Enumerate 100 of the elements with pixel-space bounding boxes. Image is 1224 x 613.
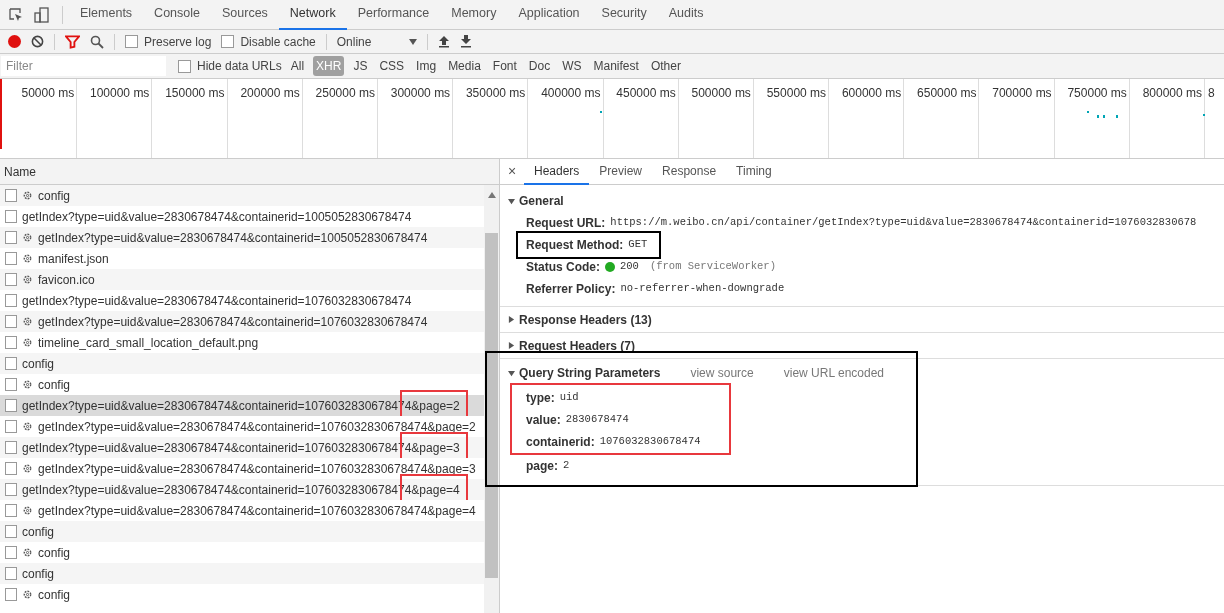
filter-field[interactable]: Filter [1, 56, 166, 76]
request-row[interactable]: config [0, 353, 484, 374]
timeline-tick: 700000 ms [992, 85, 1052, 102]
section-title[interactable]: Query String Parameters [519, 364, 661, 382]
gear-icon [22, 421, 33, 432]
inspect-icon[interactable] [8, 6, 24, 23]
type-filter[interactable]: Doc [525, 56, 554, 76]
gear-icon [22, 274, 33, 285]
type-filter[interactable]: CSS [376, 56, 408, 76]
detail-tab[interactable]: Timing [726, 158, 782, 185]
file-icon [5, 588, 17, 601]
file-icon [5, 336, 17, 349]
request-row[interactable]: favicon.ico [0, 269, 484, 290]
checkbox-label: Hide data URLs [197, 58, 282, 75]
caret-right-icon[interactable] [508, 316, 515, 323]
header-value: https://m.weibo.cn/api/container/getIndex?type=uid&value=2830678474&containerid=1076032830678 [610, 215, 1197, 231]
gear-icon [22, 379, 33, 390]
param-name: containerid: [526, 434, 595, 451]
panel-tab[interactable]: Audits [657, 0, 715, 30]
timeline-tick: 150000 ms [165, 85, 225, 102]
panel-tab[interactable]: Sources [211, 0, 279, 30]
checkbox-label: Preserve log [144, 33, 212, 51]
timeline-tick: 600000 ms [841, 85, 902, 102]
request-name: config [22, 565, 55, 583]
param-name: page: [526, 458, 558, 475]
upload-icon[interactable] [437, 35, 450, 48]
type-filter[interactable]: Other [647, 56, 684, 76]
detail-tab[interactable]: Response [652, 158, 727, 185]
caret-down-icon[interactable] [508, 369, 515, 377]
panel-tab[interactable]: Security [590, 0, 658, 30]
checkbox[interactable] [221, 35, 235, 48]
file-icon [5, 525, 17, 538]
file-icon [5, 504, 17, 517]
gear-icon [22, 232, 33, 243]
request-row[interactable]: getIndex?type=uid&value=2830678474&containerid=1076032830678474 [0, 311, 484, 332]
timeline-tick: 50000 ms [21, 85, 75, 102]
request-row[interactable]: config [0, 563, 484, 584]
throttling-dropdown[interactable]: Online [336, 32, 417, 51]
caret-right-icon[interactable] [508, 342, 515, 349]
header-value: GET [628, 237, 648, 253]
param-name: value: [526, 412, 561, 429]
column-header[interactable]: Name [0, 159, 499, 185]
view-toggle-link[interactable]: view source [690, 364, 754, 382]
request-row[interactable]: config [0, 521, 484, 542]
type-filter[interactable]: Media [445, 56, 484, 76]
type-filter[interactable]: Manifest [590, 56, 642, 76]
panel-tab[interactable]: Elements [69, 0, 144, 30]
gear-icon [22, 253, 33, 264]
search-icon[interactable] [90, 34, 104, 49]
header-name: Referrer Policy: [526, 281, 616, 298]
request-name: getIndex?type=uid&value=2830678474&containerid=1076032830678474 [38, 313, 428, 331]
timeline-tick: 250000 ms [315, 85, 375, 102]
panel-tab[interactable]: Performance [346, 0, 441, 30]
device-icon[interactable] [34, 6, 50, 23]
panel-tab[interactable]: Memory [440, 0, 508, 30]
section-title[interactable]: Response Headers (13) [519, 310, 652, 329]
request-name: config [38, 376, 71, 394]
checkbox[interactable] [178, 59, 191, 73]
param-value: uid [559, 390, 579, 406]
request-name: getIndex?type=uid&value=2830678474&containerid=1076032830678474&page=2 [38, 418, 476, 436]
param-name: type: [526, 390, 555, 407]
file-icon [5, 546, 17, 559]
close-button[interactable]: × [500, 161, 524, 182]
param-value: 2 [563, 458, 570, 474]
filter-icon[interactable] [65, 34, 80, 49]
scroll-up-icon[interactable] [487, 192, 496, 198]
type-filter[interactable]: Img [413, 56, 440, 76]
scrollbar-thumb[interactable] [485, 233, 498, 578]
panel-tab[interactable]: Console [143, 0, 211, 30]
header-name: Request URL: [526, 215, 606, 232]
panel-tab[interactable]: Application [507, 0, 591, 30]
record-button[interactable] [8, 35, 21, 48]
file-icon [5, 420, 17, 433]
caret-down-icon [408, 38, 417, 45]
download-icon[interactable] [459, 35, 472, 48]
file-icon [5, 483, 17, 496]
request-row[interactable]: config [0, 185, 484, 206]
clear-icon[interactable] [31, 35, 44, 48]
request-name: getIndex?type=uid&value=2830678474&containerid=1005052830678474 [38, 229, 428, 247]
request-row[interactable]: getIndex?type=uid&value=2830678474&containerid=1005052830678474 [0, 227, 484, 248]
request-name: config [22, 523, 55, 541]
caret-down-icon[interactable] [508, 197, 515, 205]
request-name: getIndex?type=uid&value=2830678474&containerid=1076032830678474&page=4 [38, 502, 476, 520]
file-icon [5, 231, 17, 244]
type-filter[interactable]: JS [350, 56, 371, 76]
view-toggle-link[interactable]: view URL encoded [783, 364, 885, 382]
timeline-tick: 650000 ms [917, 85, 977, 102]
checkbox[interactable] [125, 35, 138, 48]
file-icon [5, 441, 17, 454]
request-name: config [38, 586, 71, 604]
detail-tab[interactable]: Preview [589, 158, 653, 185]
type-filter[interactable]: All [287, 56, 308, 76]
timeline-tick: 450000 ms [616, 85, 676, 102]
type-filter[interactable]: Font [489, 56, 520, 76]
detail-tab[interactable]: Headers [524, 158, 590, 185]
type-filter[interactable]: WS [559, 56, 585, 76]
file-icon [5, 252, 17, 265]
file-icon [5, 315, 17, 328]
scrollbar[interactable] [484, 185, 499, 613]
section-title[interactable]: General [519, 192, 564, 210]
